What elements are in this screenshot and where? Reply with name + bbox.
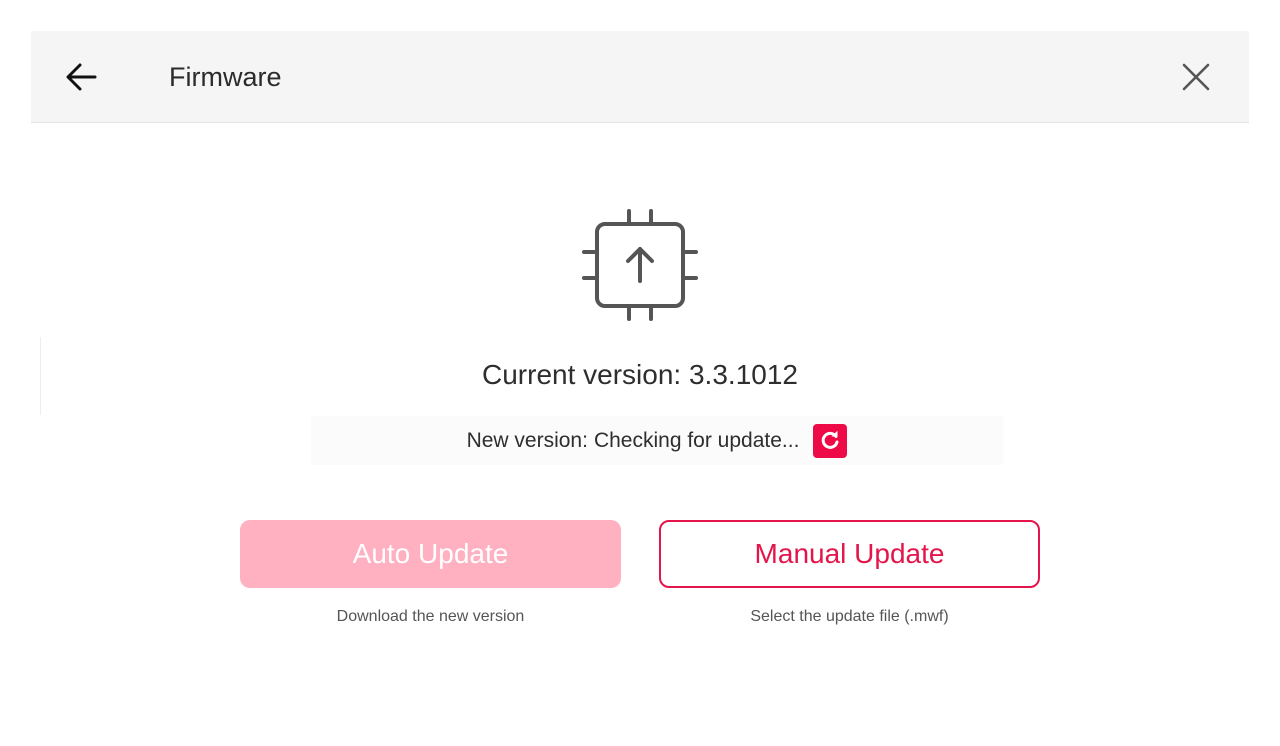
- manual-update-caption: Select the update file (.mwf): [750, 608, 949, 625]
- new-version-status: Checking for update...: [593, 428, 800, 452]
- chip-upload-icon: [582, 209, 698, 321]
- auto-update-caption: Download the new version: [336, 608, 525, 625]
- refresh-button[interactable]: [813, 423, 848, 458]
- close-icon: [1182, 63, 1210, 91]
- current-version: Current version: 3.3.1012: [0, 356, 1280, 394]
- refresh-icon: [822, 430, 839, 449]
- dialog-header: Firmware: [31, 31, 1249, 123]
- new-version-row: New version: Checking for update...: [311, 416, 1003, 465]
- manual-update-button[interactable]: Manual Update: [659, 520, 1040, 588]
- back-button[interactable]: [61, 57, 101, 97]
- close-button[interactable]: [1176, 57, 1216, 97]
- current-version-value: 3.3.1012: [688, 359, 798, 390]
- new-version-label: New version:: [466, 428, 588, 452]
- current-version-label: Current version:: [482, 359, 682, 390]
- auto-update-button[interactable]: Auto Update: [240, 520, 621, 588]
- arrow-left-icon: [66, 63, 97, 91]
- page-title: Firmware: [169, 62, 282, 92]
